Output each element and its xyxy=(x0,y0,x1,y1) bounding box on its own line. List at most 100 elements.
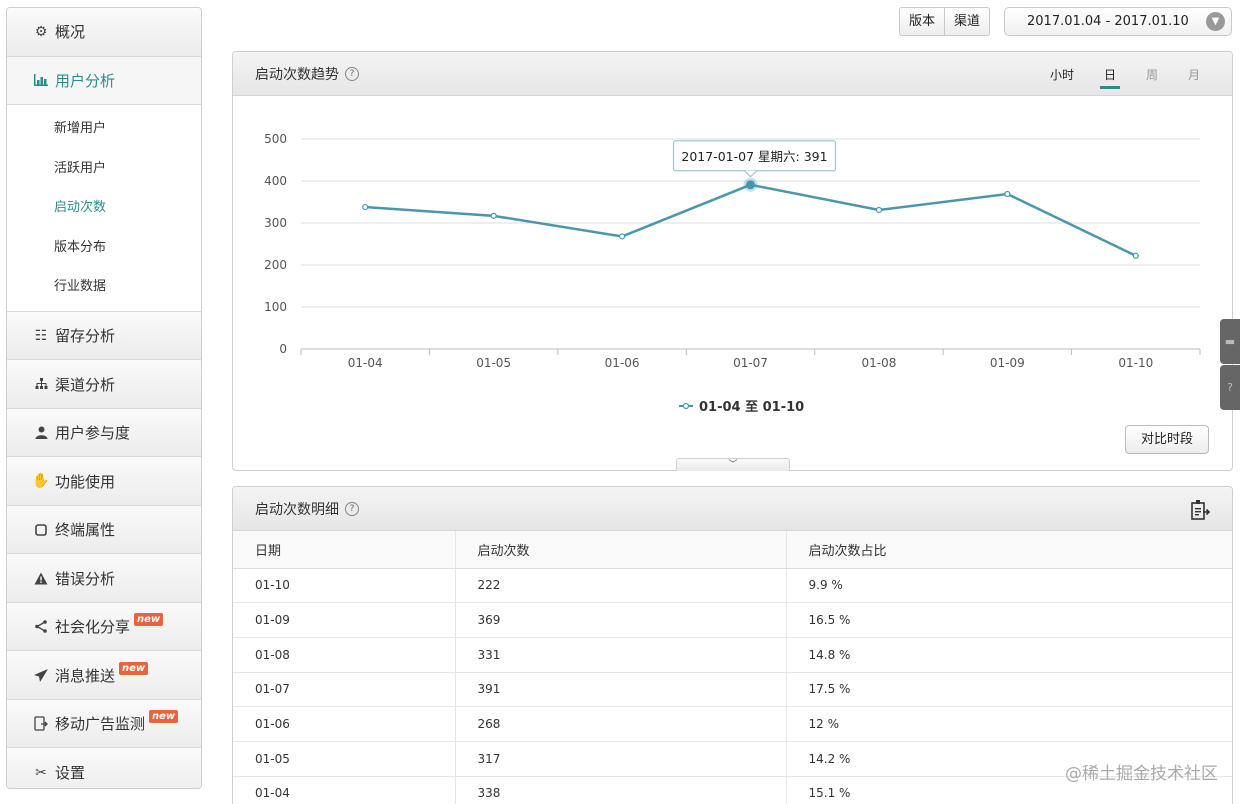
data-point xyxy=(875,206,883,214)
tab-hour[interactable]: 小时 xyxy=(1050,66,1074,83)
cell-date: 01-10 xyxy=(233,568,455,604)
sidebar-item-user-analysis[interactable]: 用户分析 xyxy=(7,56,201,105)
sidebar-subitem-active-users[interactable]: 活跃用户 xyxy=(7,149,201,189)
cell-date: 01-04 xyxy=(233,776,455,804)
sidebar-item-social-share[interactable]: 社会化分享 new xyxy=(7,602,201,652)
sidebar-item-settings[interactable]: ✂ 设置 xyxy=(7,748,201,788)
sidebar-subitem-industry[interactable]: 行业数据 xyxy=(7,267,201,307)
sidebar-item-errors[interactable]: 错误分析 xyxy=(7,554,201,603)
cell-share: 17.5 % xyxy=(785,672,1232,708)
sidebar-item-engagement[interactable]: 用户参与度 xyxy=(7,408,201,458)
y-tick-label: 200 xyxy=(264,258,287,272)
filter-segment: 版本 渠道 xyxy=(899,7,991,36)
cell-date: 01-07 xyxy=(233,672,455,708)
feedback-float-button[interactable]: ▬ xyxy=(1220,319,1240,364)
sidebar-item-label: 错误分析 xyxy=(55,569,116,588)
tab-month[interactable]: 月 xyxy=(1188,66,1200,83)
cell-date: 01-06 xyxy=(233,706,455,742)
x-tick-label: 01-10 xyxy=(1118,356,1153,370)
sidebar-item-ad-monitor[interactable]: 移动广告监测 new xyxy=(7,699,201,749)
chat-icon: ▬ xyxy=(1224,335,1236,348)
warning-icon xyxy=(31,572,51,585)
y-tick-label: 100 xyxy=(264,300,287,314)
tab-week[interactable]: 周 xyxy=(1146,66,1158,83)
sidebar-subitem-new-users[interactable]: 新增用户 xyxy=(7,109,201,149)
sidebar-item-channels[interactable]: 渠道分析 xyxy=(7,360,201,409)
panel-title: 启动次数明细 xyxy=(255,501,339,518)
table-row: 01-08 331 14.8 % xyxy=(233,637,1232,673)
version-filter-button[interactable]: 版本 xyxy=(900,8,944,35)
sidebar-item-label: 概况 xyxy=(55,23,86,42)
sidebar-item-push[interactable]: 消息推送 new xyxy=(7,651,201,700)
chevron-down-icon: ﹀ xyxy=(728,460,738,470)
x-tick-label: 01-06 xyxy=(605,356,640,370)
panel-header: 启动次数趋势 ? 小时 日 周 月 xyxy=(233,52,1232,96)
sidebar-item-label: 社会化分享 xyxy=(55,618,131,637)
person-icon xyxy=(31,426,51,440)
x-tick-label: 01-08 xyxy=(861,356,896,370)
sidebar: ⚙ 概况 用户分析 新增用户 活跃用户 启动次数 版本分布 行业数据 ☷ 留存分… xyxy=(6,7,202,789)
share-icon xyxy=(31,620,51,634)
column-header-date[interactable]: 日期 xyxy=(233,531,455,569)
y-tick-label: 500 xyxy=(264,132,287,146)
tooltip-pointer xyxy=(744,170,757,178)
help-icon[interactable]: ? xyxy=(345,501,359,516)
cell-share: 9.9 % xyxy=(785,568,1232,604)
tools-icon: ✂ xyxy=(35,764,47,781)
table-row: 01-07 391 17.5 % xyxy=(233,672,1232,708)
sidebar-item-label: 渠道分析 xyxy=(55,375,116,394)
new-badge: new xyxy=(134,613,164,627)
data-point xyxy=(1132,252,1139,259)
channel-filter-button[interactable]: 渠道 xyxy=(944,8,989,35)
help-float-button[interactable]: ? xyxy=(1220,365,1240,410)
tab-day[interactable]: 日 xyxy=(1099,66,1120,89)
y-tick-label: 400 xyxy=(264,174,287,188)
bar-chart-icon xyxy=(31,74,51,87)
legend-label: 01-04 至 01-10 xyxy=(699,400,804,415)
chevron-down-icon: ▼ xyxy=(1206,12,1225,31)
x-tick-label: 01-05 xyxy=(476,356,511,370)
y-tick-label: 0 xyxy=(279,342,287,356)
launch-detail-panel: 启动次数明细 ? 日期 启动次数 启动次数占比 01-10 222 9.9 % 01… xyxy=(232,486,1233,804)
data-point xyxy=(746,180,755,190)
watermark: @稀土掘金技术社区 xyxy=(1065,764,1218,784)
data-point xyxy=(490,212,497,219)
compare-period-button[interactable]: 对比时段 xyxy=(1125,425,1209,454)
cell-launches: 338 xyxy=(454,776,786,804)
y-tick-label: 300 xyxy=(264,216,287,230)
cell-launches: 317 xyxy=(454,741,786,777)
x-tick-label: 01-09 xyxy=(990,356,1025,370)
sidebar-item-overview[interactable]: ⚙ 概况 xyxy=(7,8,201,57)
sidebar-item-label: 终端属性 xyxy=(55,521,116,540)
x-tick-label: 01-07 xyxy=(733,356,768,370)
org-tree-icon xyxy=(31,378,51,390)
send-icon xyxy=(31,668,51,682)
legend-marker xyxy=(682,402,690,410)
date-range-picker[interactable]: 2017.01.04 - 2017.01.10 ▼ xyxy=(1004,7,1232,36)
app-page: ⚙ 概况 用户分析 新增用户 活跃用户 启动次数 版本分布 行业数据 ☷ 留存分… xyxy=(0,0,1240,804)
table-row: 01-09 369 16.5 % xyxy=(233,602,1232,638)
cell-launches: 222 xyxy=(454,568,786,604)
column-header-share[interactable]: 启动次数占比 xyxy=(785,531,1232,569)
period-tabs: 小时 日 周 月 xyxy=(1020,52,1200,96)
sidebar-item-devices[interactable]: 终端属性 xyxy=(7,505,201,555)
column-header-launches[interactable]: 启动次数 xyxy=(454,531,786,569)
sidebar-item-retention[interactable]: ☷ 留存分析 xyxy=(7,311,201,361)
sidebar-subitem-launches[interactable]: 启动次数 xyxy=(7,188,201,228)
sidebar-item-label: 用户分析 xyxy=(55,71,116,90)
sidebar-item-label: 移动广告监测 xyxy=(55,715,146,734)
expand-toggle[interactable]: ﹀ xyxy=(676,458,790,471)
device-icon xyxy=(31,523,51,536)
question-icon: ? xyxy=(1227,381,1233,394)
hand-icon: ✋ xyxy=(32,473,50,490)
help-icon[interactable]: ? xyxy=(345,66,359,81)
cell-launches: 369 xyxy=(454,602,786,638)
panel-title: 启动次数趋势 xyxy=(255,66,339,83)
sidebar-subitem-versions[interactable]: 版本分布 xyxy=(7,228,201,268)
sidebar-item-features[interactable]: ✋ 功能使用 xyxy=(7,457,201,506)
export-icon[interactable] xyxy=(1190,499,1210,521)
launch-line-chart: 0 100 200 300 400 500 01-04 01-05 01-06 01-07 01-0… xyxy=(264,132,1201,415)
table-row: 01-06 268 12 % xyxy=(233,706,1232,742)
sidebar-submenu: 新增用户 活跃用户 启动次数 版本分布 行业数据 xyxy=(7,105,201,312)
data-point xyxy=(1004,190,1011,198)
